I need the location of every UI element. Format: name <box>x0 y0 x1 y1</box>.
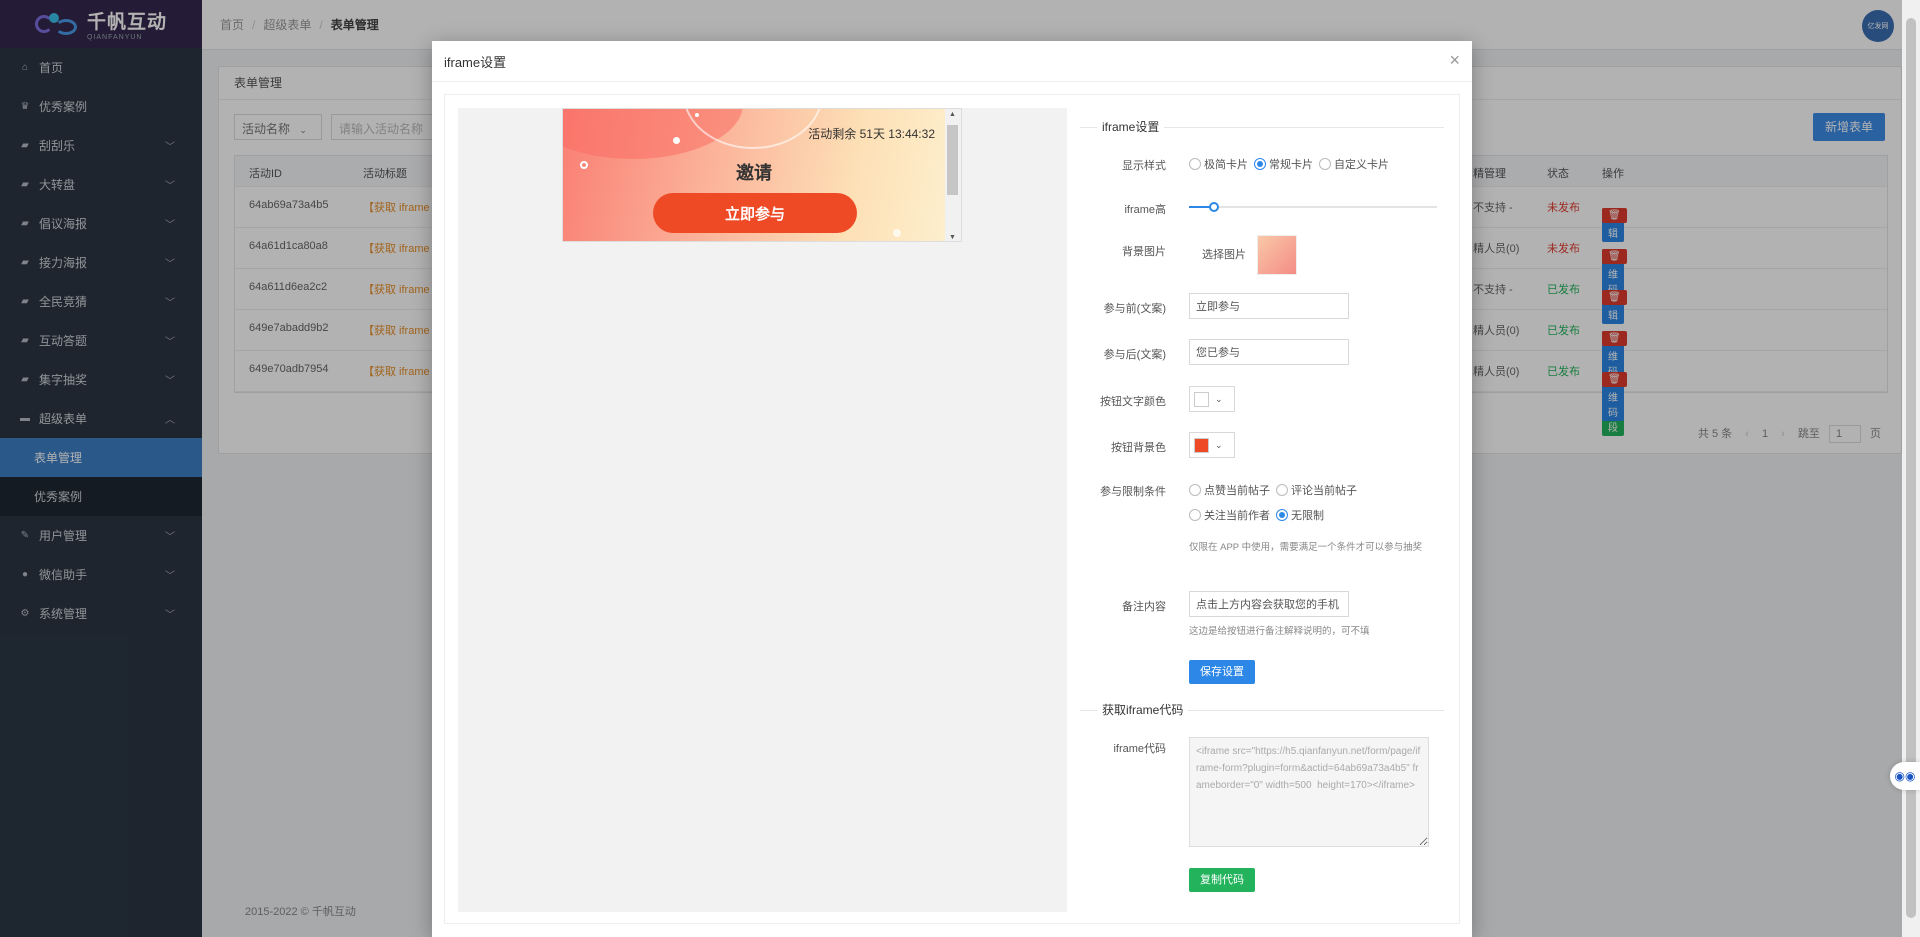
copy-code-button[interactable]: 复制代码 <box>1189 868 1255 892</box>
btn-text-color-picker[interactable]: ⌄ <box>1189 386 1235 412</box>
after-text-label: 参与后(文案) <box>1103 349 1166 361</box>
radio-circle[interactable] <box>1276 509 1288 521</box>
radio-label: 常规卡片 <box>1269 159 1313 171</box>
iframe-preview[interactable]: 活动剩余 51天 13:44:32 邀请 立即参与 ▲ ▼ <box>562 108 962 242</box>
decor-dot <box>695 113 699 117</box>
color-swatch <box>1194 391 1209 407</box>
scroll-up-icon[interactable]: ▲ <box>949 111 956 118</box>
save-row: 保存设置 <box>1080 660 1450 684</box>
background-picker: 选择图片 <box>1189 235 1298 275</box>
background-label: 背景图片 <box>1122 246 1166 258</box>
radio-option[interactable]: 常规卡片 <box>1254 156 1313 172</box>
join-button[interactable]: 立即参与 <box>653 193 857 233</box>
limit-options: 点赞当前帖子 评论当前帖子关注当前作者 无限制 <box>1189 482 1439 524</box>
slider-handle[interactable] <box>1208 202 1219 212</box>
radio-circle[interactable] <box>1276 484 1288 496</box>
after-text-input[interactable] <box>1189 339 1349 365</box>
iframe-settings-modal: iframe设置 × 活动剩余 51天 13:44:32 邀请 立即参与 ▲ ▼… <box>432 41 1472 937</box>
display-style-row: 显示样式 极简卡片 常规卡片 自定义卡片 <box>1080 154 1450 174</box>
preview-background: 活动剩余 51天 13:44:32 邀请 立即参与 <box>563 109 945 241</box>
scroll-down-icon[interactable]: ▼ <box>949 234 956 241</box>
radio-label: 自定义卡片 <box>1334 159 1389 171</box>
radio-option[interactable]: 自定义卡片 <box>1319 156 1389 172</box>
chevron-down-icon: ⌄ <box>1215 439 1223 450</box>
remark-hint: 这边是给按钮进行备注解释说明的，可不填 <box>1189 626 1370 637</box>
display-style-label: 显示样式 <box>1122 160 1166 172</box>
radio-option[interactable]: 评论当前帖子 <box>1276 482 1357 498</box>
section-iframe-settings: iframe设置 <box>1080 118 1444 138</box>
radio-option[interactable]: 点赞当前帖子 <box>1189 482 1270 498</box>
radio-label: 无限制 <box>1291 510 1324 522</box>
section-get-code: 获取iframe代码 <box>1080 701 1444 721</box>
section-title: 获取iframe代码 <box>1097 701 1189 718</box>
chevron-down-icon: ⌄ <box>1215 393 1223 404</box>
limit-label: 参与限制条件 <box>1100 486 1166 498</box>
preview-scrollbar[interactable]: ▲ ▼ <box>945 109 961 241</box>
modal-body: 活动剩余 51天 13:44:32 邀请 立即参与 ▲ ▼ iframe设置 显… <box>444 94 1460 924</box>
radio-circle[interactable] <box>1319 158 1331 170</box>
limit-hint: 仅限在 APP 中使用，需要满足一个条件才可以参与抽奖 <box>1189 542 1423 553</box>
btn-bg-color-row: 按钮背景色 ⌄ <box>1080 432 1450 458</box>
radio-option[interactable]: 极简卡片 <box>1189 156 1248 172</box>
btn-text-color-row: 按钮文字颜色 ⌄ <box>1080 386 1450 412</box>
iframe-code-textarea[interactable] <box>1189 737 1429 847</box>
modal-title: iframe设置 <box>432 41 1472 82</box>
decor-dot <box>893 229 901 237</box>
before-text-input[interactable] <box>1189 293 1349 319</box>
preview-area: 活动剩余 51天 13:44:32 邀请 立即参与 ▲ ▼ <box>458 108 1067 912</box>
iframe-height-slider[interactable] <box>1189 202 1437 212</box>
decor-dot <box>673 137 680 144</box>
background-thumbnail[interactable] <box>1257 235 1298 275</box>
iframe-height-label: iframe高 <box>1124 204 1166 216</box>
save-settings-button[interactable]: 保存设置 <box>1189 660 1255 684</box>
radio-label: 极简卡片 <box>1204 159 1248 171</box>
color-swatch <box>1194 437 1209 453</box>
radio-circle[interactable] <box>1189 509 1201 521</box>
radio-label: 点赞当前帖子 <box>1204 485 1270 497</box>
remark-label: 备注内容 <box>1122 601 1166 613</box>
after-text-row: 参与后(文案) <box>1080 339 1450 365</box>
close-icon[interactable]: × <box>1449 50 1460 71</box>
radio-circle[interactable] <box>1189 484 1201 496</box>
radio-label: 关注当前作者 <box>1204 510 1270 522</box>
assistant-widget-icon[interactable]: ◉◉ <box>1890 762 1920 790</box>
countdown-text: 活动剩余 51天 13:44:32 <box>808 127 935 141</box>
display-style-options: 极简卡片 常规卡片 自定义卡片 <box>1189 156 1395 173</box>
btn-bg-color-picker[interactable]: ⌄ <box>1189 432 1235 458</box>
background-row: 背景图片 选择图片 <box>1080 235 1450 279</box>
invite-title: 邀请 <box>736 163 772 183</box>
btn-text-color-label: 按钮文字颜色 <box>1100 396 1166 408</box>
choose-image-button[interactable]: 选择图片 <box>1202 249 1246 261</box>
radio-label: 评论当前帖子 <box>1291 485 1357 497</box>
code-label: iframe代码 <box>1113 743 1166 755</box>
settings-form: iframe设置 显示样式 极简卡片 常规卡片 自定义卡片 iframe高 背景图片… <box>1080 95 1450 923</box>
remark-row: 备注内容 这边是给按钮进行备注解释说明的，可不填 <box>1080 591 1450 641</box>
section-title: iframe设置 <box>1097 118 1165 135</box>
radio-circle[interactable] <box>1189 158 1201 170</box>
btn-bg-color-label: 按钮背景色 <box>1111 442 1166 454</box>
limit-row: 参与限制条件 点赞当前帖子 评论当前帖子关注当前作者 无限制 仅限在 APP 中使用… <box>1080 480 1450 560</box>
before-text-label: 参与前(文案) <box>1103 303 1166 315</box>
iframe-height-row: iframe高 <box>1080 201 1450 221</box>
radio-circle[interactable] <box>1254 158 1266 170</box>
page-scrollbar[interactable] <box>1902 0 1920 937</box>
before-text-row: 参与前(文案) <box>1080 293 1450 319</box>
radio-option[interactable]: 无限制 <box>1276 507 1324 523</box>
scrollbar-thumb[interactable] <box>947 125 958 195</box>
remark-input[interactable] <box>1189 591 1349 617</box>
radio-option[interactable]: 关注当前作者 <box>1189 507 1270 523</box>
code-row: iframe代码 <box>1080 737 1450 849</box>
copy-row: 复制代码 <box>1080 868 1450 892</box>
